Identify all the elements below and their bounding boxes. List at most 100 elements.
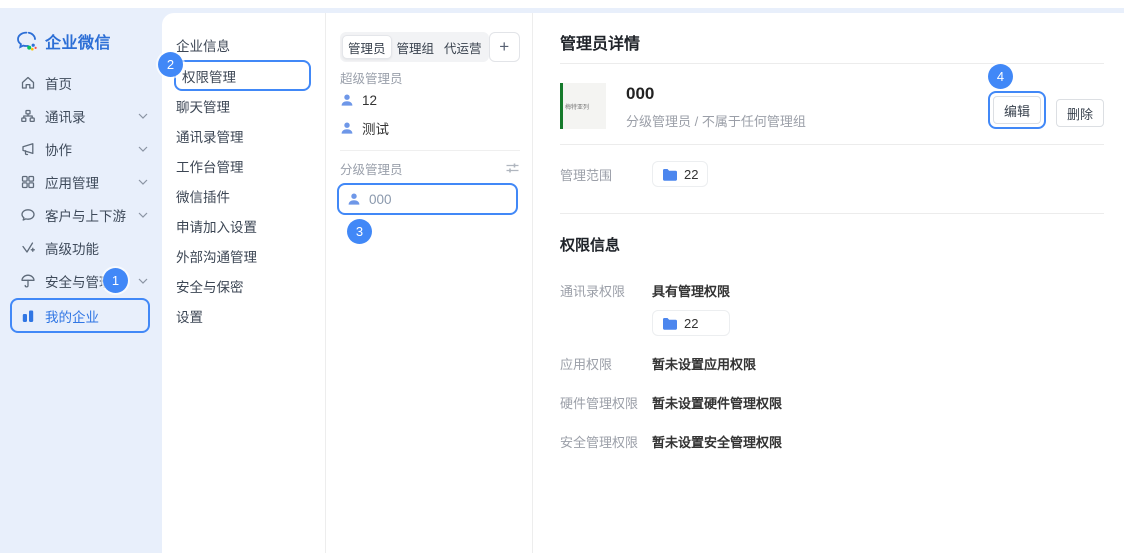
settings-item-wechat-plugin[interactable]: 微信插件 — [162, 181, 325, 211]
folder-count: 22 — [684, 166, 699, 182]
sidebar-item-security[interactable]: 安全与管理 1 — [0, 264, 162, 297]
edit-annotation-box: 编辑 4 — [987, 64, 1046, 129]
collaboration-icon — [20, 141, 36, 157]
app-logo: 企业微信 — [0, 8, 162, 53]
enterprise-icon — [20, 308, 36, 324]
admin-name: 000 — [626, 84, 655, 103]
chat-bubble-icon — [20, 207, 36, 223]
permission-row-contacts: 通讯录权限 具有管理权限 22 — [560, 283, 1104, 336]
tab-admin-groups[interactable]: 管理组 — [392, 34, 440, 60]
sidebar-item-label: 通讯录 — [45, 109, 86, 125]
permission-value: 具有管理权限 — [652, 284, 731, 299]
step-badge-1: 1 — [103, 268, 128, 293]
sidebar: 企业微信 首页 通讯录 协作 应用管理 客户与上下游 高级功能 安全与管理 1 … — [0, 8, 162, 553]
permission-row-apps: 应用权限 暂未设置应用权限 — [560, 356, 1104, 373]
admin-tabs-row: 管理员 管理组 代运营 + — [340, 32, 520, 62]
settings-item-enterprise-info[interactable]: 企业信息 — [162, 30, 325, 60]
settings-item-join-settings[interactable]: 申请加入设置 — [162, 211, 325, 241]
settings-menu: 企业信息 权限管理 2 聊天管理 通讯录管理 工作台管理 微信插件 申请加入设置… — [158, 13, 326, 553]
settings-item-label: 微信插件 — [176, 190, 230, 205]
sidebar-item-customers[interactable]: 客户与上下游 — [0, 198, 162, 231]
sidebar-nav: 首页 通讯录 协作 应用管理 客户与上下游 高级功能 安全与管理 1 我的企业 — [0, 66, 162, 333]
permission-value-block: 具有管理权限 22 — [652, 283, 731, 336]
profile-info: 000 分级管理员 / 不属于任何管理组 — [626, 83, 988, 130]
group-title-label: 分级管理员 — [340, 162, 403, 177]
admin-tabs: 管理员 管理组 代运营 — [340, 32, 489, 62]
person-icon — [340, 93, 354, 107]
settings-item-contacts-management[interactable]: 通讯录管理 — [162, 121, 325, 151]
field-label: 安全管理权限 — [560, 435, 639, 450]
admin-member-name: 12 — [362, 92, 378, 108]
sidebar-item-label: 首页 — [45, 76, 72, 92]
admin-role-description: 分级管理员 / 不属于任何管理组 — [626, 114, 806, 129]
settings-item-security-privacy[interactable]: 安全与保密 — [162, 271, 325, 301]
settings-item-label: 通讯录管理 — [176, 130, 244, 145]
settings-item-workbench-management[interactable]: 工作台管理 — [162, 151, 325, 181]
contacts-folder-chip[interactable]: 22 — [652, 310, 731, 336]
sidebar-item-advanced[interactable]: 高级功能 — [0, 231, 162, 264]
sidebar-item-label: 高级功能 — [45, 241, 99, 257]
tab-agent-operation[interactable]: 代运营 — [439, 34, 487, 60]
sidebar-item-collaboration[interactable]: 协作 — [0, 132, 162, 165]
admin-member-ceshi[interactable]: 测试 — [340, 114, 520, 142]
plus-icon: + — [499, 37, 510, 56]
admin-member-12[interactable]: 12 — [340, 86, 520, 114]
profile-block: 梅特亚列 000 分级管理员 / 不属于任何管理组 编辑 4 删除 — [560, 64, 1104, 130]
admin-list-panel: 管理员 管理组 代运营 + 超级管理员 12 测试 分级管理员 000 3 — [327, 13, 533, 553]
management-scope-row: 管理范围 22 — [560, 161, 1104, 187]
sidebar-item-label: 客户与上下游 — [45, 208, 126, 224]
sidebar-item-label: 协作 — [45, 142, 72, 158]
sidebar-item-home[interactable]: 首页 — [0, 66, 162, 99]
edit-button[interactable]: 编辑 — [992, 96, 1041, 124]
admin-member-000[interactable]: 000 3 — [337, 183, 518, 244]
home-icon — [20, 75, 36, 91]
apps-grid-icon — [20, 174, 36, 190]
field-label: 应用权限 — [560, 357, 613, 372]
avatar-text: 梅特亚列 — [565, 105, 590, 111]
settings-item-label: 工作台管理 — [176, 160, 244, 175]
folder-icon — [662, 317, 678, 330]
chevron-down-icon — [138, 278, 148, 284]
settings-item-external-communication[interactable]: 外部沟通管理 — [162, 241, 325, 271]
permission-value: 暂未设置应用权限 — [652, 357, 757, 372]
sidebar-item-contacts[interactable]: 通讯录 — [0, 99, 162, 132]
permissions-section-title: 权限信息 — [560, 237, 621, 254]
field-label: 管理范围 — [560, 167, 613, 183]
divider — [560, 144, 1104, 145]
add-admin-button[interactable]: + — [488, 32, 520, 62]
avatar-green-bar — [560, 83, 563, 129]
settings-item-settings[interactable]: 设置 — [162, 301, 325, 331]
group-title-scoped-admin: 分级管理员 — [340, 159, 520, 177]
admin-member-name: 000 — [369, 191, 392, 207]
step-badge-2: 2 — [158, 52, 183, 77]
permission-value: 暂未设置硬件管理权限 — [652, 396, 783, 411]
settings-item-chat-management[interactable]: 聊天管理 — [162, 91, 325, 121]
permission-row-hardware: 硬件管理权限 暂未设置硬件管理权限 — [560, 395, 1104, 412]
admin-detail: 管理员详情 梅特亚列 000 分级管理员 / 不属于任何管理组 编辑 4 删除 … — [534, 13, 1124, 553]
group-title-label: 超级管理员 — [340, 71, 403, 86]
sidebar-item-apps[interactable]: 应用管理 — [0, 165, 162, 198]
scope-folder-chip[interactable]: 22 — [652, 161, 709, 187]
settings-item-label: 权限管理 — [182, 69, 236, 85]
advanced-features-icon — [20, 240, 36, 256]
settings-item-label: 设置 — [176, 310, 203, 325]
app-logo-text: 企业微信 — [45, 35, 112, 52]
delete-button[interactable]: 删除 — [1055, 99, 1104, 127]
chevron-down-icon — [138, 113, 148, 119]
filter-icon[interactable] — [505, 162, 520, 174]
chevron-down-icon — [138, 146, 148, 152]
settings-item-label: 聊天管理 — [176, 100, 230, 115]
person-icon — [347, 192, 361, 206]
field-label: 硬件管理权限 — [560, 396, 639, 411]
admin-member-name: 测试 — [362, 122, 389, 137]
step-badge-3: 3 — [347, 219, 372, 244]
permission-value: 暂未设置安全管理权限 — [652, 435, 783, 450]
sidebar-item-my-enterprise[interactable]: 我的企业 — [10, 298, 150, 333]
tab-admins[interactable]: 管理员 — [342, 35, 392, 59]
field-label: 通讯录权限 — [560, 284, 626, 299]
step-badge-4: 4 — [987, 64, 1013, 89]
settings-item-label: 申请加入设置 — [176, 220, 257, 235]
settings-item-permission-management[interactable]: 权限管理 2 — [158, 52, 311, 91]
divider — [560, 63, 1104, 64]
group-title-super-admin: 超级管理员 — [340, 68, 520, 86]
